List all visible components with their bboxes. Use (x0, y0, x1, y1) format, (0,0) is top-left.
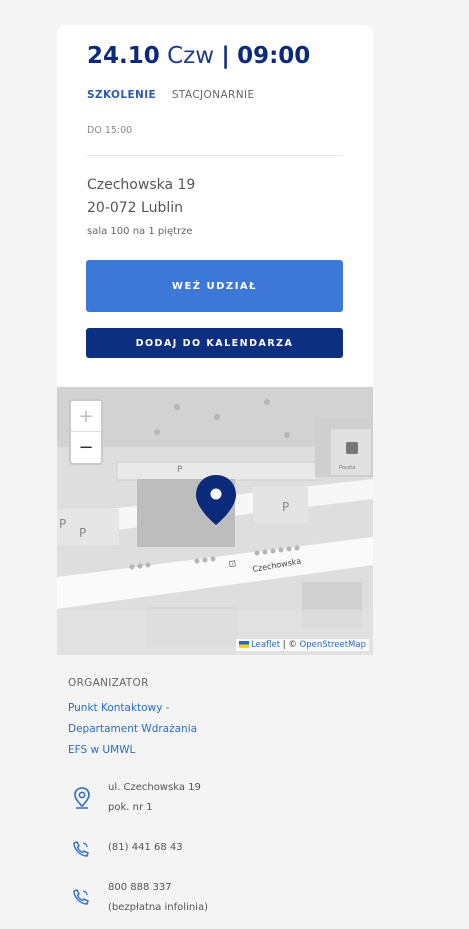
date-separator: | (221, 43, 230, 69)
event-day: Czw (167, 43, 215, 69)
event-end-time: DO 15:00 (87, 125, 133, 136)
map-parking-label: P (282, 500, 289, 514)
organizer-name-line: Punkt Kontaktowy - (68, 702, 170, 714)
map-marker-dot (210, 488, 222, 500)
event-date-time: 24.10 Czw | 09:00 (87, 43, 310, 69)
map-attribution: Leaflet | © OpenStreetMap (236, 639, 369, 651)
zoom-controls: + − (69, 399, 103, 465)
event-date: 24.10 (87, 43, 160, 69)
organizer-hotline[interactable]: 800 888 337 (bezpłatna infolinia) (108, 878, 208, 918)
phone-icon (73, 889, 89, 905)
leaflet-link[interactable]: Leaflet (251, 640, 280, 650)
ukraine-flag-icon (239, 641, 250, 648)
map-parking-label: P (177, 465, 183, 475)
organizer-phone[interactable]: (81) 441 68 43 (108, 838, 183, 858)
organizer-address-room: pok. nr 1 (108, 802, 153, 813)
organizer-address: ul. Czechowska 19 pok. nr 1 (108, 778, 201, 818)
event-room: sala 100 na 1 piętrze (87, 226, 193, 237)
organizer-hotline-number: 800 888 337 (108, 882, 172, 893)
map-street-label: ⊡ (228, 559, 237, 570)
zoom-in-button[interactable]: + (71, 401, 101, 432)
phone-icon (73, 841, 89, 857)
map-shop-label: Poczta (339, 465, 355, 471)
event-address-street: Czechowska 19 (87, 177, 196, 193)
divider (87, 155, 343, 156)
location-map[interactable]: P P P P ⊡ Czechowska Poczta + − Leaflet … (57, 387, 373, 655)
map-tiles: P P P P ⊡ Czechowska Poczta (57, 387, 373, 655)
tag-event-type: SZKOLENIE (87, 89, 157, 101)
attribution-separator: | © (280, 640, 300, 650)
event-tags: SZKOLENIE STACJONARNIE (87, 89, 255, 101)
tag-event-mode: STACJONARNIE (171, 89, 255, 101)
organizer-hotline-note: (bezpłatna infolinia) (108, 902, 208, 913)
event-time: 09:00 (237, 43, 311, 69)
organizer-label: ORGANIZATOR (68, 677, 149, 689)
map-parking-label: P (79, 526, 86, 540)
location-pin-icon (74, 787, 90, 809)
organizer-name-line: EFS w UMWL (68, 744, 136, 756)
add-to-calendar-button[interactable]: DODAJ DO KALENDARZA (86, 328, 343, 358)
map-parking-label: P (59, 517, 66, 531)
event-card: 24.10 Czw | 09:00 SZKOLENIE STACJONARNIE… (57, 25, 373, 387)
join-button[interactable]: WEŹ UDZIAŁ (86, 260, 343, 312)
organizer-address-street: ul. Czechowska 19 (108, 782, 201, 793)
organizer-name-link[interactable]: Punkt Kontaktowy - Departament Wdrażania… (68, 698, 268, 761)
openstreetmap-link[interactable]: OpenStreetMap (300, 640, 366, 650)
event-address-city: 20-072 Lublin (87, 200, 184, 216)
post-office-icon (346, 442, 358, 454)
zoom-out-button[interactable]: − (71, 432, 101, 462)
organizer-name-line: Departament Wdrażania (68, 723, 198, 735)
